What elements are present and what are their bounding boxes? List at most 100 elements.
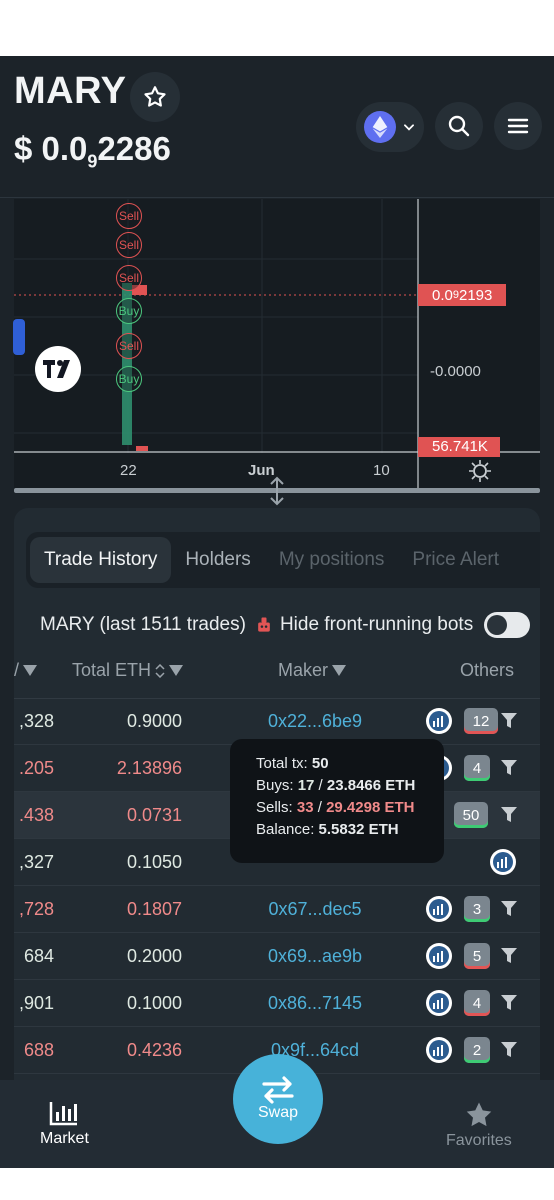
star-icon xyxy=(466,1102,492,1127)
col-others: Others xyxy=(460,660,515,680)
col-maker[interactable]: Maker xyxy=(278,660,347,681)
tooltip-total-tx: Total tx: 50 xyxy=(256,755,329,772)
tooltip-sells: Sells: 33 / 29.4298 ETH xyxy=(256,799,415,816)
sell-marker: Sell xyxy=(116,265,142,291)
total-eth: 0.1050 xyxy=(126,852,182,872)
favorite-button[interactable] xyxy=(130,72,180,122)
tradingview-logo-icon[interactable] xyxy=(35,346,81,392)
tx-count-badge[interactable]: 12 xyxy=(464,708,498,734)
table-row[interactable]: ,901 0.1000 0x86...7145 4 xyxy=(14,980,540,1027)
table-row[interactable]: ,728 0.1807 0x67...dec5 3 xyxy=(14,886,540,933)
swap-arrows-icon xyxy=(262,1076,294,1104)
wallet-analytics-icon[interactable] xyxy=(426,896,452,922)
search-icon xyxy=(448,115,470,137)
filter-icon xyxy=(169,664,184,676)
total-eth: 0.1807 xyxy=(126,899,182,919)
filter-maker-icon[interactable] xyxy=(500,900,518,923)
wallet-analytics-icon[interactable] xyxy=(426,990,452,1016)
filter-maker-icon[interactable] xyxy=(500,1041,518,1064)
total-eth: 0.1000 xyxy=(126,993,182,1013)
sun-gear-icon xyxy=(469,460,491,482)
total-eth: 0.4236 xyxy=(126,1040,182,1060)
wallet-analytics-icon[interactable] xyxy=(490,849,516,875)
nav-market[interactable]: Market xyxy=(40,1100,89,1148)
tooltip-buys: Buys: 17 / 23.8466 ETH xyxy=(256,777,416,794)
filter-maker-icon[interactable] xyxy=(500,759,518,782)
bar-chart-icon xyxy=(50,1102,78,1126)
chart-settings-button[interactable] xyxy=(468,459,492,488)
total-eth: 2.13896 xyxy=(116,758,182,778)
x-axis-label-22: 22 xyxy=(120,462,137,479)
maker-stats-tooltip: Total tx: 50 Buys: 17 / 23.8466 ETH Sell… xyxy=(230,739,444,863)
sell-marker: Sell xyxy=(116,232,142,258)
tab-price-alert[interactable]: Price Alert xyxy=(398,537,513,583)
chevron-down-icon xyxy=(404,124,414,131)
x-axis-label-10: 10 xyxy=(373,462,390,479)
wallet-analytics-icon[interactable] xyxy=(426,1037,452,1063)
tx-count-badge[interactable]: 5 xyxy=(464,943,490,969)
maker-address-link[interactable]: 0x67...dec5 xyxy=(234,899,396,920)
token-amount: ,901 xyxy=(18,993,54,1013)
tx-count-badge[interactable]: 2 xyxy=(464,1037,490,1063)
sort-icon xyxy=(155,663,165,678)
maker-address-link[interactable]: 0x22...6be9 xyxy=(234,711,396,732)
table-row[interactable]: 684 0.2000 0x69...ae9b 5 xyxy=(14,933,540,980)
filter-maker-icon[interactable] xyxy=(500,806,518,829)
swap-button[interactable]: Swap xyxy=(233,1054,323,1144)
total-eth: 0.9000 xyxy=(126,711,182,731)
filter-maker-icon[interactable] xyxy=(500,712,518,735)
price-tag-prefix: 0.0 xyxy=(432,286,453,304)
swap-label: Swap xyxy=(257,1104,299,1121)
price-chart[interactable]: Sell Sell Sell Buy Sell Buy 0.0 9 2193 -0.0000 … xyxy=(14,199,540,493)
current-price-tag: 0.0 9 2193 xyxy=(418,284,506,306)
sell-marker: Sell xyxy=(116,333,142,359)
tab-my-positions[interactable]: My positions xyxy=(265,537,399,583)
filter-maker-icon[interactable] xyxy=(500,947,518,970)
filter-maker-icon[interactable] xyxy=(500,994,518,1017)
star-icon xyxy=(144,86,166,107)
app-screen: MARY $ 0.092286 Sell Sell Sell Buy Sell … xyxy=(0,56,554,1168)
buy-marker: Buy xyxy=(116,366,142,392)
nav-market-label: Market xyxy=(40,1130,89,1147)
tab-trade-history[interactable]: Trade History xyxy=(30,537,172,583)
resize-arrows-icon[interactable] xyxy=(265,476,289,511)
token-amount: .438 xyxy=(18,805,54,825)
tx-count-badge[interactable]: 3 xyxy=(464,896,490,922)
amount-sort-icon[interactable]: / xyxy=(14,660,38,681)
sell-marker: Sell xyxy=(116,203,142,229)
token-name: MARY xyxy=(14,70,127,112)
price-prefix: $ 0.0 xyxy=(14,130,88,167)
y-axis-label: -0.0000 xyxy=(430,363,481,380)
col-total-eth[interactable]: Total ETH xyxy=(72,660,184,681)
chain-selector[interactable] xyxy=(356,102,424,152)
maker-address-link[interactable]: 0x86...7145 xyxy=(234,993,396,1014)
tx-count-badge[interactable]: 4 xyxy=(464,755,490,781)
wallet-analytics-icon[interactable] xyxy=(426,708,452,734)
chart-side-handle[interactable] xyxy=(13,319,25,355)
token-amount: ,328 xyxy=(18,711,54,731)
ethereum-icon xyxy=(364,111,396,143)
menu-button[interactable] xyxy=(494,102,542,150)
token-amount: 688 xyxy=(23,1040,54,1060)
search-button[interactable] xyxy=(435,102,483,150)
price-tag-digits: 2193 xyxy=(458,286,493,304)
hide-bots-label: Hide front-running bots xyxy=(279,614,474,635)
tx-count-badge[interactable]: 4 xyxy=(464,990,490,1016)
bot-icon xyxy=(258,617,270,632)
col-total-eth-label: Total ETH xyxy=(72,660,152,680)
nav-favorites[interactable]: Favorites xyxy=(446,1100,512,1150)
maker-address-link[interactable]: 0x69...ae9b xyxy=(234,946,396,967)
token-header: MARY $ 0.092286 xyxy=(0,56,554,198)
tab-holders[interactable]: Holders xyxy=(171,537,264,583)
buy-marker: Buy xyxy=(116,298,142,324)
total-eth: 0.0731 xyxy=(126,805,182,825)
volume-tag: 56.741K xyxy=(418,437,500,457)
table-row[interactable]: ,328 0.9000 0x22...6be9 12 xyxy=(14,698,540,745)
total-eth: 0.2000 xyxy=(126,946,182,966)
tx-count-badge[interactable]: 50 xyxy=(454,802,488,828)
trade-filter-row: MARY (last 1511 trades) Hide front-runni… xyxy=(40,610,530,640)
hide-bots-toggle[interactable] xyxy=(484,612,530,638)
token-amount: ,327 xyxy=(18,852,54,872)
wallet-analytics-icon[interactable] xyxy=(426,943,452,969)
token-amount: ,728 xyxy=(18,899,54,919)
